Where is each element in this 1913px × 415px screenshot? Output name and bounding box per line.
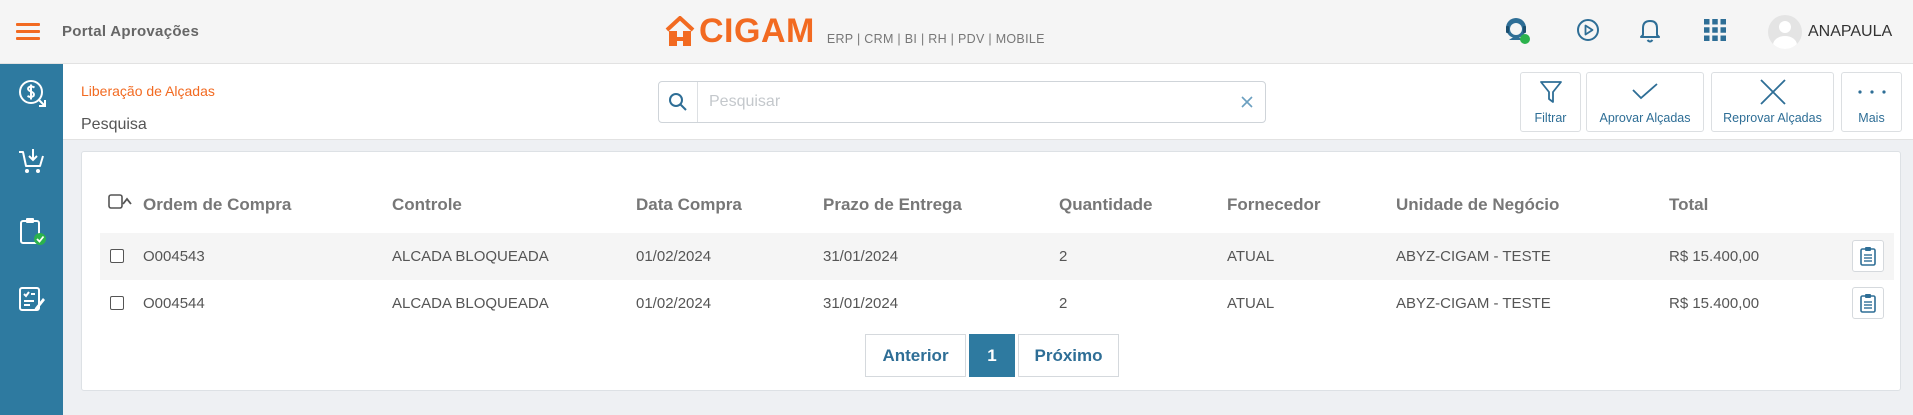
cart-download-icon[interactable] <box>17 147 47 177</box>
more-button[interactable]: Mais <box>1841 72 1902 132</box>
table-row[interactable]: O004543 ALCADA BLOQUEADA 01/02/2024 31/0… <box>100 233 1894 280</box>
details-button[interactable] <box>1852 287 1884 319</box>
delivery-date-cell: 31/01/2024 <box>823 248 899 265</box>
filter-label: Filtrar <box>1534 111 1567 125</box>
table-row[interactable]: O004544 ALCADA BLOQUEADA 01/02/2024 31/0… <box>100 280 1894 327</box>
select-all-toggle[interactable] <box>108 192 136 212</box>
more-label: Mais <box>1858 111 1885 125</box>
total-cell: R$ 15.400,00 <box>1669 295 1760 312</box>
order-cell: O004543 <box>143 248 205 265</box>
delivery-date-cell: 31/01/2024 <box>823 295 899 312</box>
apps-grid-icon[interactable] <box>1699 14 1731 46</box>
column-header[interactable]: Unidade de Negócio <box>1396 195 1559 215</box>
row-checkbox[interactable] <box>110 296 124 310</box>
portal-title: Portal Aprovações <box>62 23 200 40</box>
pagination-prev[interactable]: Anterior <box>865 334 966 377</box>
sub-header: Liberação de Alçadas Pesquisa Filtrar Ap… <box>63 64 1913 140</box>
row-checkbox[interactable] <box>110 249 124 263</box>
page-title: Pesquisa <box>81 116 147 133</box>
filter-icon <box>1539 81 1562 103</box>
search-box <box>658 81 1266 123</box>
order-cell: O004544 <box>143 295 205 312</box>
filter-button[interactable]: Filtrar <box>1520 72 1581 132</box>
details-button[interactable] <box>1852 240 1884 272</box>
business-unit-cell: ABYZ-CIGAM - TESTE <box>1396 295 1551 312</box>
column-header[interactable]: Ordem de Compra <box>143 195 291 215</box>
quantity-cell: 2 <box>1059 248 1068 265</box>
logo-text: CIGAM <box>699 12 815 50</box>
search-input[interactable] <box>709 90 1209 114</box>
user-menu[interactable]: ANAPAULA <box>1768 15 1892 49</box>
pagination-page[interactable]: 1 <box>969 334 1015 377</box>
check-icon <box>1632 83 1658 100</box>
control-cell: ALCADA BLOQUEADA <box>392 295 549 312</box>
supplier-cell: ATUAL <box>1227 295 1275 312</box>
approve-button[interactable]: Aprovar Alçadas <box>1586 72 1704 132</box>
total-cell: R$ 15.400,00 <box>1669 248 1760 265</box>
approve-label: Aprovar Alçadas <box>1599 111 1691 125</box>
quantity-cell: 2 <box>1059 295 1068 312</box>
clipboard-icon <box>1860 294 1876 313</box>
column-header[interactable]: Prazo de Entrega <box>823 195 962 215</box>
supplier-cell: ATUAL <box>1227 248 1275 265</box>
top-bar: Portal Aprovações CIGAM ERP | CRM | BI |… <box>0 0 1913 64</box>
logo-subtitle: ERP | CRM | BI | RH | PDV | MOBILE <box>826 32 1045 46</box>
breadcrumb[interactable]: Liberação de Alçadas <box>81 83 215 99</box>
column-header[interactable]: Total <box>1669 195 1708 215</box>
reject-label: Reprovar Alçadas <box>1723 111 1822 125</box>
menu-icon[interactable] <box>16 23 40 41</box>
cigam-logo-icon <box>665 16 695 46</box>
control-cell: ALCADA BLOQUEADA <box>392 248 549 265</box>
pagination-next[interactable]: Próximo <box>1018 334 1119 377</box>
column-header[interactable]: Controle <box>392 195 462 215</box>
support-agent-icon[interactable] <box>1500 14 1532 46</box>
column-header[interactable]: Fornecedor <box>1227 195 1321 215</box>
user-avatar <box>1768 15 1802 49</box>
checklist-edit-icon[interactable] <box>17 284 47 314</box>
cigam-logo: CIGAM ERP | CRM | BI | RH | PDV | MOBILE <box>665 14 1045 48</box>
business-unit-cell: ABYZ-CIGAM - TESTE <box>1396 248 1551 265</box>
select-all-icon <box>108 194 132 209</box>
column-header[interactable]: Quantidade <box>1059 195 1153 215</box>
dollar-refresh-icon[interactable] <box>17 78 47 108</box>
purchase-date-cell: 01/02/2024 <box>636 248 712 265</box>
column-header[interactable]: Data Compra <box>636 195 742 215</box>
more-dots-icon <box>1857 90 1886 94</box>
search-icon[interactable] <box>659 82 698 122</box>
play-icon[interactable] <box>1572 14 1604 46</box>
purchase-date-cell: 01/02/2024 <box>636 295 712 312</box>
close-icon <box>1759 79 1786 105</box>
results-card: Ordem de Compra Controle Data Compra Pra… <box>81 151 1901 391</box>
sidebar <box>0 64 63 415</box>
clear-icon[interactable] <box>1239 94 1255 110</box>
user-name: ANAPAULA <box>1808 23 1893 40</box>
clipboard-check-icon[interactable] <box>17 216 47 246</box>
clipboard-icon <box>1860 247 1876 266</box>
bell-icon[interactable] <box>1634 14 1666 46</box>
reject-button[interactable]: Reprovar Alçadas <box>1711 72 1834 132</box>
